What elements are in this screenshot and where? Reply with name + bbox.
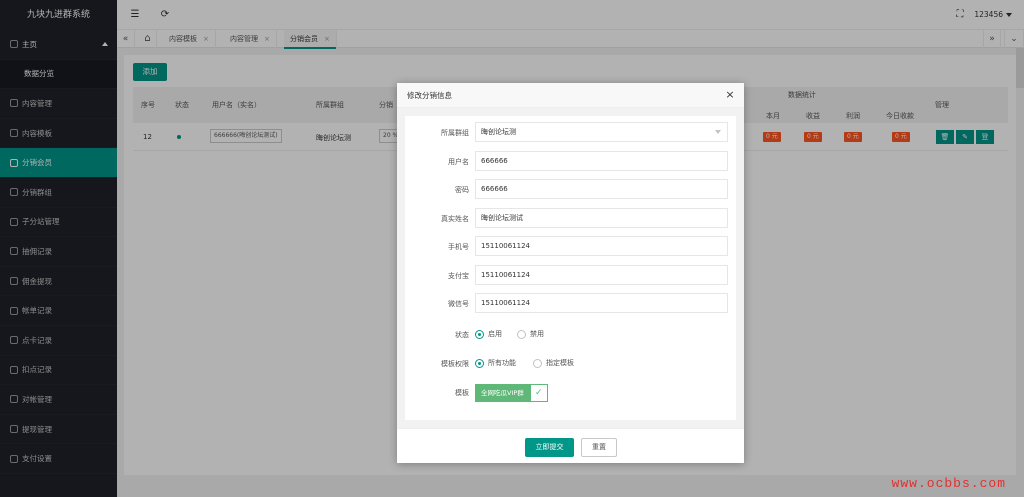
check-icon: ✓ [529,384,548,402]
radio-checked-icon [475,329,484,339]
group-label: 所属群组 [441,129,469,137]
status-enable-radio[interactable]: 启用 [475,329,502,339]
password-input[interactable]: 666666 [475,179,728,199]
permission-specific-radio[interactable]: 指定模板 [533,358,574,368]
status-label: 状态 [455,331,469,339]
radio-unchecked-icon [517,329,526,339]
alipay-label: 支付宝 [448,272,469,280]
radio-unchecked-icon [533,358,542,368]
username-input[interactable]: 666666 [475,151,728,171]
group-select-value: 晦创论坛测 [481,128,516,136]
radio-label: 指定模板 [546,359,574,367]
radio-label: 所有功能 [488,359,516,367]
realname-input[interactable]: 晦创论坛测试 [475,208,728,228]
group-select[interactable]: 晦创论坛测 [475,122,728,142]
permission-all-radio[interactable]: 所有功能 [475,358,516,368]
phone-label: 手机号 [448,243,469,251]
password-label: 密码 [455,186,469,194]
wechat-input[interactable]: 15110061124 [475,293,728,313]
radio-checked-icon [475,358,484,368]
reset-button[interactable]: 重置 [581,438,617,457]
realname-label: 真实姓名 [441,215,469,223]
watermark: www.ocbbs.com [891,476,1006,491]
template-tag-label: 全网吃瓜VIP群 [475,384,530,402]
close-icon[interactable]: × [724,89,736,101]
modal-body: 所属群组 晦创论坛测 用户名 666666 密码 666666 真实姓名 晦创论… [397,108,744,428]
phone-input[interactable]: 15110061124 [475,236,728,256]
edit-distributor-modal: 修改分销信息 × 所属群组 晦创论坛测 用户名 666666 密码 666666… [397,83,744,463]
radio-label: 启用 [488,330,502,338]
submit-button[interactable]: 立即提交 [525,438,574,457]
template-label: 模板 [455,389,469,397]
modal-footer: 立即提交 重置 [397,428,744,463]
wechat-label: 微信号 [448,300,469,308]
radio-label: 禁用 [530,330,544,338]
username-label: 用户名 [448,158,469,166]
status-disable-radio[interactable]: 禁用 [517,329,544,339]
template-checkbox-tag[interactable]: 全网吃瓜VIP群 ✓ [475,384,548,402]
alipay-input[interactable]: 15110061124 [475,265,728,285]
modal-title: 修改分销信息 [397,83,744,108]
permission-label: 模板权限 [441,360,469,368]
chevron-down-icon [715,130,721,134]
edit-form: 所属群组 晦创论坛测 用户名 666666 密码 666666 真实姓名 晦创论… [405,116,736,420]
